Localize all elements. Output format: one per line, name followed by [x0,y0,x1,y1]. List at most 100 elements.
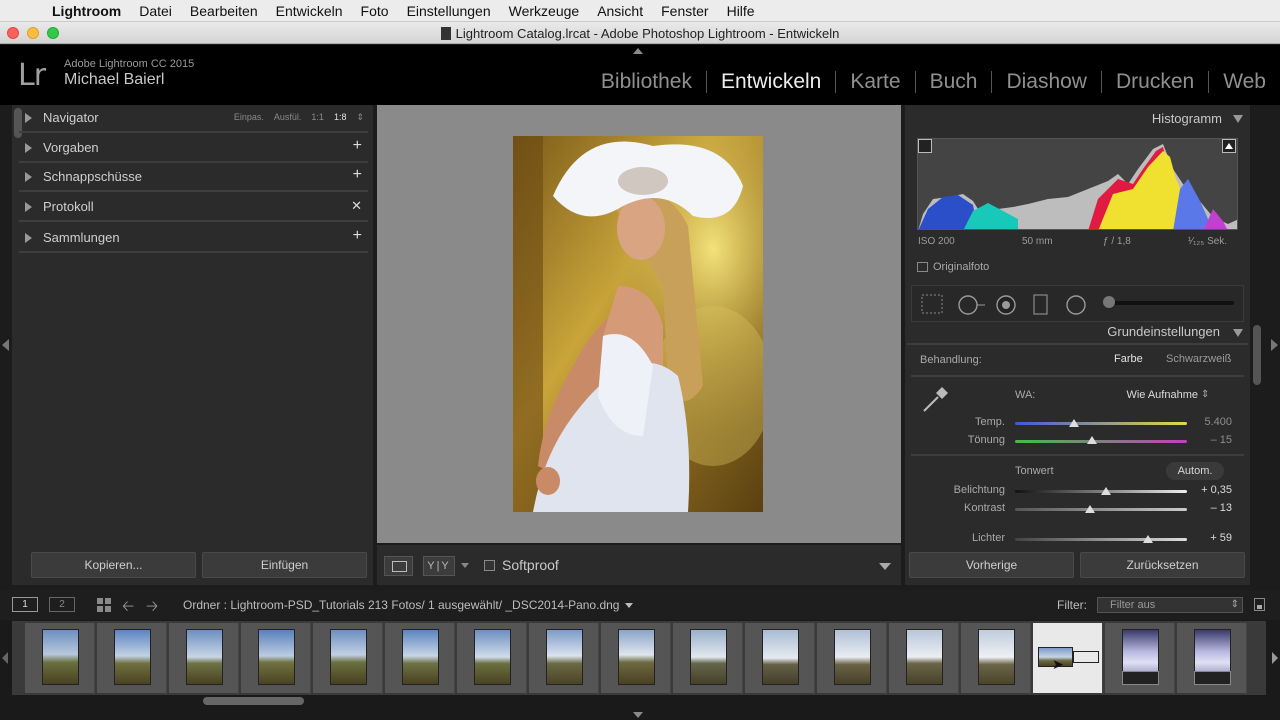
wb-select[interactable]: Wie Aufnahme [1100,389,1198,401]
red-eye-icon[interactable] [995,294,1017,321]
add-collection-button[interactable]: + [353,227,362,245]
histogram[interactable] [917,138,1238,230]
white-balance-picker-icon[interactable] [920,383,952,420]
toggle-right-panel-icon[interactable] [1271,339,1278,351]
zoom-stepper-icon[interactable]: ⇕ [356,112,364,123]
main-window-button[interactable]: 1 [12,597,38,612]
add-snapshot-button[interactable]: + [353,166,362,184]
softproof-checkbox[interactable] [484,560,495,571]
menu-bearbeiten[interactable]: Bearbeiten [190,3,258,19]
zoom-fit[interactable]: Einpas. [234,112,264,123]
collapse-filmstrip-icon[interactable] [633,712,643,718]
exposure-value[interactable]: + 0,35 [1190,484,1232,496]
menu-app[interactable]: Lightroom [52,3,121,19]
brush-slider-thumb[interactable] [1103,296,1115,308]
basic-collapse-icon[interactable] [1233,329,1243,337]
module-buch[interactable]: Buch [914,71,992,93]
reset-button[interactable]: Zurücksetzen [1080,552,1245,578]
tint-label: Tönung [967,434,1005,446]
treatment-bw-option[interactable]: Schwarzweiß [1166,353,1231,365]
menu-einstellungen[interactable]: Einstellungen [407,3,491,19]
tint-slider[interactable] [1015,440,1187,443]
photo-preview[interactable] [513,136,763,512]
zoom-1-8[interactable]: 1:8 [334,112,347,123]
spot-removal-icon[interactable] [957,294,987,321]
contrast-slider[interactable] [1015,508,1187,511]
forward-arrow-icon[interactable]: 🡢 [146,596,158,621]
filter-select[interactable]: Filter aus [1097,597,1243,613]
module-karte[interactable]: Karte [835,71,914,93]
copy-settings-button[interactable]: Kopieren... [31,552,196,578]
before-after-button[interactable]: Y|Y [423,556,455,576]
wb-select-arrow-icon[interactable]: ⇕ [1201,389,1209,400]
collapse-top-panel-icon[interactable] [633,48,643,54]
navigator-zoom-options: Einpas. Ausfül. 1:1 1:8 ⇕ [234,112,364,123]
radial-filter-icon[interactable] [1065,294,1087,321]
auto-tone-button[interactable]: Autom. [1166,462,1224,480]
previous-settings-button[interactable]: Vorherige [909,552,1074,578]
toolbar-options-icon[interactable] [879,563,891,570]
menu-hilfe[interactable]: Hilfe [727,3,755,19]
before-after-dropdown-icon[interactable] [461,563,469,568]
contrast-value[interactable]: – 13 [1190,502,1232,514]
menu-foto[interactable]: Foto [361,3,389,19]
source-dropdown-icon[interactable] [625,603,634,608]
presets-section[interactable]: Vorgaben + [19,134,368,163]
original-photo-checkbox[interactable] [917,262,928,272]
module-entwickeln[interactable]: Entwickeln [705,71,835,93]
paste-settings-button[interactable]: Einfügen [202,552,367,578]
clear-history-button[interactable]: ✕ [351,198,362,214]
brush-slider-track[interactable] [1104,301,1234,305]
menu-ansicht[interactable]: Ansicht [597,3,643,19]
source-path[interactable]: Ordner : Lightroom-PSD_Tutorials 213 Fot… [183,598,634,612]
module-web[interactable]: Web [1208,71,1280,93]
treatment-color-option[interactable]: Farbe [1114,353,1143,365]
snapshots-section[interactable]: Schnappschüsse + [19,163,368,192]
highlights-slider[interactable] [1015,538,1187,541]
mouse-cursor-icon: ➤ [1052,656,1064,672]
temp-slider[interactable] [1015,422,1187,425]
menu-werkzeuge[interactable]: Werkzeuge [509,3,580,19]
zoom-fill[interactable]: Ausfül. [274,112,302,123]
temp-value[interactable]: 5.400 [1190,416,1232,428]
temp-slider-thumb[interactable] [1069,419,1079,427]
zoom-1-1[interactable]: 1:1 [311,112,324,123]
tint-slider-thumb[interactable] [1087,436,1097,444]
add-preset-button[interactable]: + [353,137,362,155]
window-title-bar: Lightroom Catalog.lrcat - Adobe Photosho… [0,22,1280,44]
thumbnail-badge-icon [1073,651,1099,663]
second-window-button[interactable]: 2 [49,597,75,612]
filmstrip-scroll-right-icon[interactable] [1272,652,1278,664]
toggle-left-panel-icon[interactable] [2,339,9,351]
module-drucken[interactable]: Drucken [1100,71,1208,93]
grid-view-icon[interactable] [97,598,111,612]
menu-entwickeln[interactable]: Entwickeln [276,3,343,19]
module-bibliothek[interactable]: Bibliothek [587,71,706,93]
graduated-filter-icon[interactable] [1033,294,1049,321]
shadow-clipping-icon[interactable] [918,139,932,153]
window-title-row: Lightroom Catalog.lrcat - Adobe Photosho… [0,26,1280,41]
collections-section[interactable]: Sammlungen + [19,224,368,253]
thumbnail [42,629,79,685]
filter-lock-icon[interactable] [1254,598,1265,611]
highlight-clipping-icon[interactable] [1222,139,1236,153]
exposure-slider-thumb[interactable] [1101,487,1111,495]
history-section[interactable]: Protokoll ✕ [19,193,368,222]
filmstrip-scrollbar[interactable] [203,697,304,705]
thumbnail [690,629,727,685]
highlights-slider-thumb[interactable] [1143,535,1153,543]
menu-fenster[interactable]: Fenster [661,3,708,19]
histogram-collapse-icon[interactable] [1233,115,1243,123]
tint-value[interactable]: – 15 [1190,434,1232,446]
back-arrow-icon[interactable]: 🡠 [122,596,134,621]
filter-label: Filter: [1057,598,1087,612]
contrast-slider-thumb[interactable] [1085,505,1095,513]
loupe-view-button[interactable] [384,556,413,576]
right-panel-scrollbar[interactable] [1253,325,1261,385]
navigator-section[interactable]: Navigator Einpas. Ausfül. 1:1 1:8 ⇕ [19,104,368,133]
crop-tool-icon[interactable] [921,294,943,319]
navigator-label: Navigator [43,110,99,125]
module-diashow[interactable]: Diashow [991,71,1101,93]
menu-datei[interactable]: Datei [139,3,172,19]
filmstrip-scroll-left-icon[interactable] [2,652,8,664]
